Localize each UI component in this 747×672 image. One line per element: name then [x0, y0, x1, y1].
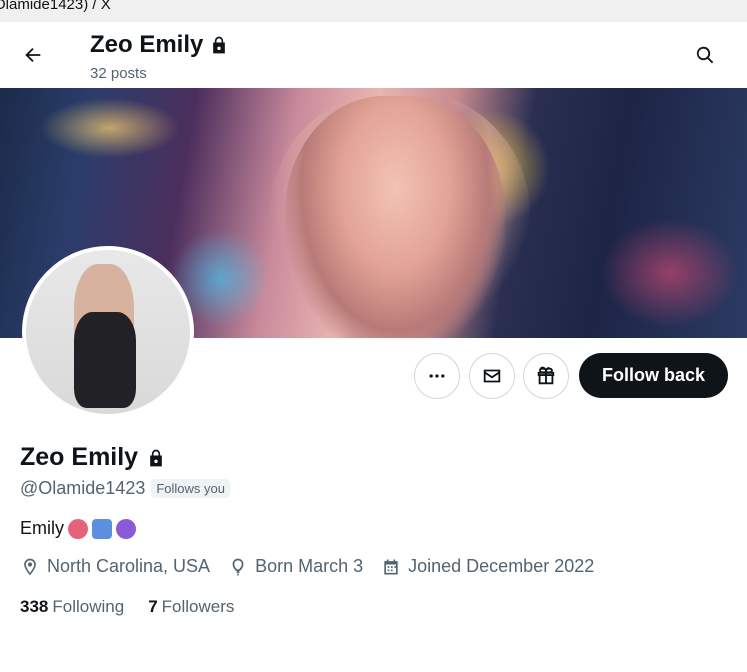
back-button[interactable] [14, 36, 52, 74]
more-icon [429, 374, 445, 378]
following-link[interactable]: 338 Following [20, 597, 124, 617]
joined-text: Joined December 2022 [408, 556, 595, 576]
birthday-text: Born March 3 [255, 556, 364, 576]
profile-name-row: Zeo Emily [20, 443, 166, 472]
following-label: Following [52, 597, 125, 616]
balloon-icon [232, 558, 244, 575]
header-title: Zeo Emily [90, 31, 229, 59]
tab-title: Olamide1423) / X [0, 0, 111, 13]
smiling-devil-emoji [116, 518, 136, 539]
handle-row: @Olamide1423 Follows you [20, 478, 230, 499]
message-button[interactable] [469, 353, 515, 399]
arrow-left-icon [25, 47, 41, 63]
profile-handle: @Olamide1423 [20, 478, 146, 498]
following-count: 338 [20, 597, 49, 616]
gift-icon [537, 366, 555, 385]
search-icon [696, 46, 714, 64]
location-text: North Carolina, USA [47, 556, 211, 576]
browser-tab-bar: Olamide1423) / X [0, 0, 747, 22]
followers-count: 7 [148, 597, 158, 616]
profile-header: Zeo Emily 32 posts [0, 22, 747, 88]
angry-face-emoji [68, 518, 88, 539]
posts-count: 32 posts [90, 65, 147, 82]
mail-icon [483, 369, 501, 383]
people-hugging-emoji [92, 518, 112, 539]
location-item: North Carolina, USA [20, 556, 210, 577]
followers-link[interactable]: 7 Followers [148, 597, 234, 617]
header-display-name: Zeo Emily [90, 31, 204, 58]
profile-meta: North Carolina, USA Born March 3 Joined … [20, 556, 612, 577]
lock-icon [213, 36, 226, 54]
calendar-icon [384, 559, 398, 574]
more-button[interactable] [414, 353, 460, 399]
bio-text: Emily [20, 518, 64, 538]
gift-button[interactable] [523, 353, 569, 399]
follows-you-badge: Follows you [151, 479, 230, 498]
profile-bio: Emily [20, 518, 136, 539]
follow-back-button[interactable]: Follow back [579, 353, 728, 398]
lock-icon [150, 449, 162, 466]
search-button[interactable] [686, 36, 724, 74]
followers-label: Followers [161, 597, 235, 616]
profile-actions: Follow back [0, 353, 747, 399]
profile-display-name: Zeo Emily [20, 443, 139, 471]
joined-item: Joined December 2022 [381, 556, 594, 577]
follow-stats: 338 Following 7 Followers [20, 597, 234, 617]
birthday-item: Born March 3 [228, 556, 363, 577]
location-pin-icon [24, 558, 36, 575]
